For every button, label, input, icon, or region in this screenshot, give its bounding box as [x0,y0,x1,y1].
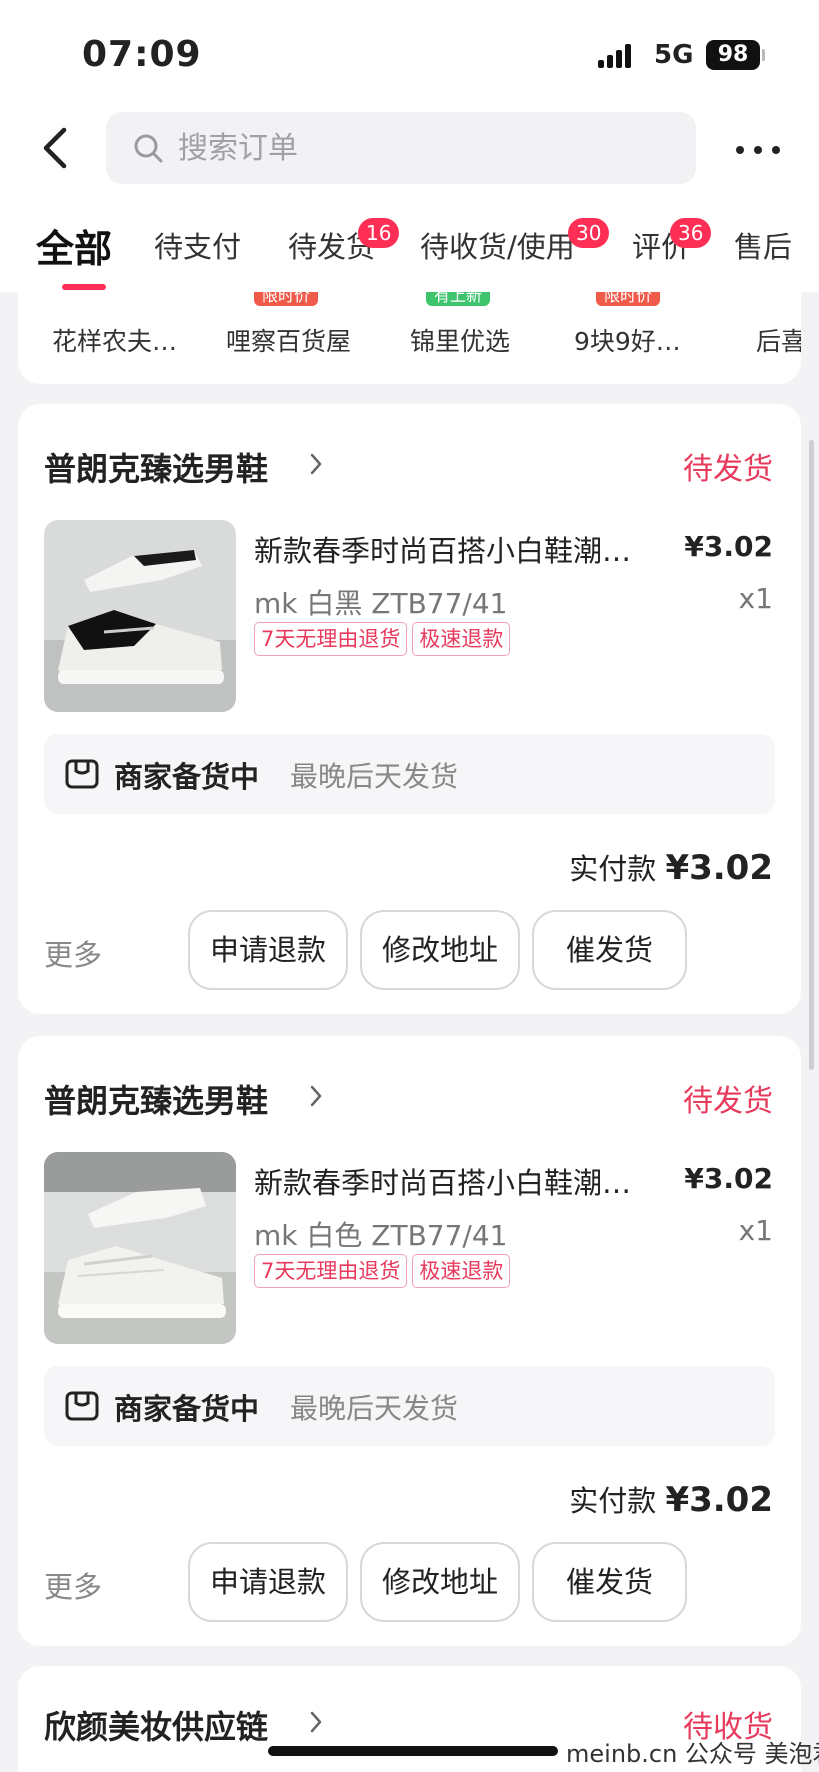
service-tag: 极速退款 [412,1254,511,1288]
more-link[interactable]: 更多 [44,932,102,974]
product-quantity: x1 [738,1214,773,1247]
product-quantity: x1 [738,582,773,615]
shop-tag: 有上新 [426,292,491,306]
shipping-state: 商家备货中 [114,1392,260,1426]
service-tags: 7天无理由退货 极速退款 [254,622,515,656]
status-bar: 07:09 5G 98 [0,30,819,80]
edit-address-button[interactable]: 修改地址 [360,910,520,990]
tab-badge: 30 [568,218,610,248]
search-input[interactable] [178,112,678,184]
order-card[interactable]: 普朗克臻选男鞋 待发货 新款春季时尚百搭小白鞋潮… ¥3.02 mk 白黑 ZT… [18,404,801,1014]
store-name[interactable]: 欣颜美妆供应链 [44,1702,268,1748]
tab-after-sales[interactable]: 售后 [734,224,792,266]
nav-bar [0,112,819,184]
product-price: ¥3.02 [684,1162,773,1195]
product-image[interactable] [44,1152,236,1344]
shipping-deadline: 最晚后天发货 [290,760,459,793]
chevron-right-icon [310,453,322,475]
watermark: meinb.cn 公众号 美泡君 [566,1740,819,1768]
shop-name: 锦里优选 [410,327,511,356]
product-title[interactable]: 新款春季时尚百搭小白鞋潮… [254,1160,634,1202]
shop-name: 后喜 [756,327,801,356]
more-link[interactable]: 更多 [44,1564,102,1606]
store-name[interactable]: 普朗克臻选男鞋 [44,444,268,490]
battery-icon: 98 [706,40,760,70]
shipping-status-panel[interactable]: 商家备货中 最晚后天发货 [44,1366,775,1446]
order-tabs: 全部 待支付 待发货 16 待收货/使用 30 评价 36 售后 [0,218,819,292]
refund-button[interactable]: 申请退款 [188,910,348,990]
tab-label: 待收货/使用 [420,230,575,264]
service-tag: 7天无理由退货 [254,622,408,656]
shop-strip: 花样农夫… 限时价 哩察百货屋 有上新 锦里优选 限时价 9块9好… 后喜 [18,292,801,384]
order-status: 待发货 [683,452,773,487]
service-tags: 7天无理由退货 极速退款 [254,1254,515,1288]
shipping-status-panel[interactable]: 商家备货中 最晚后天发货 [44,734,775,814]
paid-amount-row: 实付款 ¥3.02 [569,846,773,888]
home-indicator[interactable] [268,1746,558,1756]
paid-label: 实付款 [569,1484,657,1518]
shipping-deadline: 最晚后天发货 [290,1392,459,1425]
shop-name: 花样农夫… [52,327,178,356]
paid-amount: ¥3.02 [665,1480,773,1520]
chevron-right-icon [310,1085,322,1107]
status-time: 07:09 [82,34,202,75]
product-spec: mk 白色 ZTB77/41 [254,1219,508,1252]
order-card[interactable]: 普朗克臻选男鞋 待发货 新款春季时尚百搭小白鞋潮… ¥3.02 mk 白色 ZT… [18,1036,801,1646]
paid-amount-row: 实付款 ¥3.02 [569,1478,773,1520]
product-image[interactable] [44,520,236,712]
network-label: 5G [654,40,694,70]
battery-tip [762,49,765,61]
shipping-state: 商家备货中 [114,760,260,794]
store-name[interactable]: 普朗克臻选男鞋 [44,1076,268,1122]
order-status: 待发货 [683,1084,773,1119]
shop-tag: 限时价 [254,292,319,306]
refund-button[interactable]: 申请退款 [188,1542,348,1622]
search-icon [134,134,163,163]
top-bar: 07:09 5G 98 全部 待支付 待发货 [0,0,819,292]
tab-all[interactable]: 全部 [36,218,112,273]
urge-shipment-button[interactable]: 催发货 [532,910,687,990]
shop-tag: 限时价 [596,292,661,306]
product-spec: mk 白黑 ZTB77/41 [254,587,508,620]
paid-amount: ¥3.02 [665,848,773,888]
more-options-icon[interactable] [736,146,780,156]
tab-badge: 16 [358,218,400,248]
shop-name: 9块9好… [574,327,681,356]
scrollbar[interactable] [809,440,814,1070]
package-icon [65,1391,99,1421]
tab-pending-receipt[interactable]: 待收货/使用 30 [420,218,610,266]
urge-shipment-button[interactable]: 催发货 [532,1542,687,1622]
chevron-right-icon [310,1711,322,1733]
shop-name: 哩察百货屋 [226,327,352,356]
back-arrow-icon[interactable] [36,126,76,170]
tab-badge: 36 [670,218,712,248]
service-tag: 7天无理由退货 [254,1254,408,1288]
package-icon [65,759,99,789]
paid-label: 实付款 [569,852,657,886]
service-tag: 极速退款 [412,622,511,656]
edit-address-button[interactable]: 修改地址 [360,1542,520,1622]
tab-pending-payment[interactable]: 待支付 [154,224,241,266]
product-title[interactable]: 新款春季时尚百搭小白鞋潮… [254,528,634,570]
tab-active-indicator [62,284,106,290]
tab-review[interactable]: 评价 36 [632,218,712,266]
signal-icon [598,44,632,68]
product-price: ¥3.02 [684,530,773,563]
search-box[interactable] [106,112,696,184]
tab-pending-shipment[interactable]: 待发货 16 [288,218,400,266]
